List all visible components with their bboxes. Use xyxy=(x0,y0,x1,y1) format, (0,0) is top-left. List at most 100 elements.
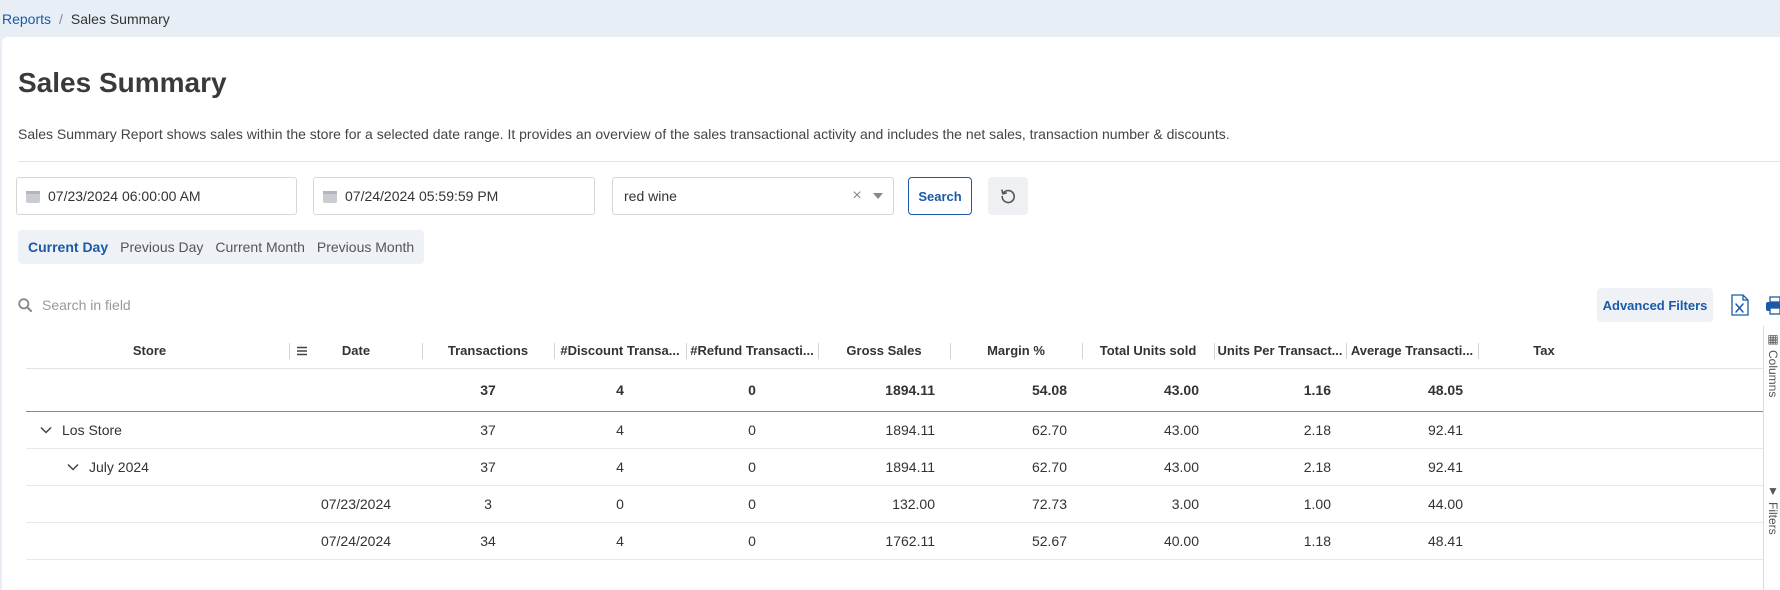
table-row[interactable]: 07/24/2024 34 4 0 1762.11 52.67 40.00 1.… xyxy=(26,523,1780,560)
columns-icon: ▦ xyxy=(1766,332,1780,346)
quick-range-tabs: Current Day Previous Day Current Month P… xyxy=(18,230,425,264)
side-tab-filters[interactable]: ▼ Filters xyxy=(1766,484,1780,535)
sales-summary-grid: Store Date Transactions #Discount Transa… xyxy=(26,333,1780,560)
total-refund-transactions: 0 xyxy=(748,382,756,398)
column-header-total-units[interactable]: Total Units sold xyxy=(1082,333,1214,369)
column-header-tax[interactable]: Tax xyxy=(1478,333,1610,369)
printer-icon[interactable] xyxy=(1766,296,1780,316)
field-search xyxy=(18,295,342,315)
cell-margin: 62.70 xyxy=(1031,459,1067,475)
total-transactions: 37 xyxy=(480,382,496,398)
side-tab-filters-label: Filters xyxy=(1766,502,1780,535)
header-divider xyxy=(18,161,1780,162)
cell-discount-transactions: 4 xyxy=(616,533,624,549)
grid-header: Store Date Transactions #Discount Transa… xyxy=(26,333,1780,369)
total-average-transaction: 48.05 xyxy=(1427,382,1463,398)
column-header-discount-transactions[interactable]: #Discount Transa... xyxy=(554,333,686,369)
side-tab-columns-label: Columns xyxy=(1766,350,1780,398)
breadcrumb-reports-link[interactable]: Reports xyxy=(2,11,51,27)
column-header-margin[interactable]: Margin % xyxy=(950,333,1082,369)
cell-units-per-transaction: 1.18 xyxy=(1303,533,1331,549)
grid-total-row: 37 4 0 1894.11 54.08 43.00 1.16 48.05 xyxy=(26,369,1780,412)
end-date-field[interactable]: 07/24/2024 05:59:59 PM xyxy=(313,177,595,215)
cell-total-units: 43.00 xyxy=(1163,459,1199,475)
cell-gross-sales: 1762.11 xyxy=(885,533,935,549)
total-gross-sales: 1894.11 xyxy=(885,382,935,398)
page-title: Sales Summary xyxy=(18,67,227,98)
table-row[interactable]: Los Store 37 4 0 1894.11 62.70 43.00 2.1… xyxy=(26,412,1780,449)
quick-range-current-day[interactable]: Current Day xyxy=(22,230,114,264)
column-header-units-per-transaction[interactable]: Units Per Transact... xyxy=(1214,333,1346,369)
cell-margin: 72.73 xyxy=(1031,496,1067,512)
chevron-down-icon[interactable] xyxy=(873,193,883,199)
cell-discount-transactions: 4 xyxy=(616,459,624,475)
column-header-average-transaction[interactable]: Average Transacti... xyxy=(1346,333,1478,369)
reset-button[interactable] xyxy=(988,177,1028,215)
cell-date: 07/24/2024 xyxy=(320,533,392,549)
breadcrumb: Reports / Sales Summary xyxy=(2,0,170,37)
cell-gross-sales: 1894.11 xyxy=(885,422,935,438)
cell-units-per-transaction: 1.00 xyxy=(1303,496,1331,512)
chevron-down-icon[interactable] xyxy=(67,463,79,471)
excel-export-icon[interactable] xyxy=(1730,294,1750,316)
cell-margin: 52.67 xyxy=(1031,533,1067,549)
column-header-transactions[interactable]: Transactions xyxy=(422,333,554,369)
cell-transactions: 37 xyxy=(480,422,496,438)
table-row[interactable]: July 2024 37 4 0 1894.11 62.70 43.00 2.1… xyxy=(26,449,1780,486)
cell-transactions: 34 xyxy=(480,533,496,549)
field-search-input[interactable] xyxy=(42,297,342,313)
page-description: Sales Summary Report shows sales within … xyxy=(18,126,1230,142)
cell-gross-sales: 1894.11 xyxy=(885,459,935,475)
cell-total-units: 40.00 xyxy=(1163,533,1199,549)
report-panel: Sales Summary Sales Summary Report shows… xyxy=(2,37,1780,590)
store-name: Los Store xyxy=(62,422,122,438)
cell-average-transaction: 48.41 xyxy=(1427,533,1463,549)
calendar-icon xyxy=(323,190,337,203)
total-units-sold: 43.00 xyxy=(1163,382,1199,398)
store-group-cell: Los Store xyxy=(40,412,122,448)
cell-discount-transactions: 0 xyxy=(616,496,624,512)
cell-total-units: 43.00 xyxy=(1163,422,1199,438)
calendar-icon xyxy=(26,190,40,203)
cell-transactions: 37 xyxy=(480,459,496,475)
advanced-filters-button[interactable]: Advanced Filters xyxy=(1597,288,1713,322)
month-group-cell: July 2024 xyxy=(67,449,149,485)
search-icon xyxy=(18,298,32,312)
total-units-per-transaction: 1.16 xyxy=(1303,382,1331,398)
cell-total-units: 3.00 xyxy=(1171,496,1199,512)
column-header-store[interactable]: Store xyxy=(26,333,273,369)
start-date-field[interactable]: 07/23/2024 06:00:00 AM xyxy=(16,177,297,215)
chevron-down-icon[interactable] xyxy=(40,426,52,434)
end-date-value: 07/24/2024 05:59:59 PM xyxy=(345,188,499,204)
column-header-refund-transactions[interactable]: #Refund Transacti... xyxy=(686,333,818,369)
search-button[interactable]: Search xyxy=(908,177,972,215)
cell-gross-sales: 132.00 xyxy=(892,496,935,512)
cell-transactions: 3 xyxy=(484,496,492,512)
column-header-date[interactable]: Date xyxy=(290,333,422,369)
side-panel: ▦ Columns ▼ Filters xyxy=(1763,326,1780,590)
cell-discount-transactions: 4 xyxy=(616,422,624,438)
column-header-gross-sales[interactable]: Gross Sales xyxy=(818,333,950,369)
start-date-value: 07/23/2024 06:00:00 AM xyxy=(48,188,201,204)
clear-icon[interactable]: × xyxy=(847,187,867,205)
reset-icon xyxy=(1001,189,1015,204)
cell-refund-transactions: 0 xyxy=(748,422,756,438)
month-name: July 2024 xyxy=(89,459,149,475)
quick-range-current-month[interactable]: Current Month xyxy=(209,230,310,264)
cell-margin: 62.70 xyxy=(1031,422,1067,438)
total-discount-transactions: 4 xyxy=(616,382,624,398)
cell-refund-transactions: 0 xyxy=(748,496,756,512)
cell-units-per-transaction: 2.18 xyxy=(1303,459,1331,475)
cell-average-transaction: 44.00 xyxy=(1427,496,1463,512)
cell-refund-transactions: 0 xyxy=(748,459,756,475)
side-tab-columns[interactable]: ▦ Columns xyxy=(1766,332,1780,397)
quick-range-previous-month[interactable]: Previous Month xyxy=(311,230,420,264)
filter-icon: ▼ xyxy=(1766,484,1780,498)
product-select[interactable]: red wine × xyxy=(612,177,894,215)
quick-range-previous-day[interactable]: Previous Day xyxy=(114,230,209,264)
cell-average-transaction: 92.41 xyxy=(1427,422,1463,438)
cell-average-transaction: 92.41 xyxy=(1427,459,1463,475)
table-row[interactable]: 07/23/2024 3 0 0 132.00 72.73 3.00 1.00 … xyxy=(26,486,1780,523)
cell-units-per-transaction: 2.18 xyxy=(1303,422,1331,438)
cell-date: 07/23/2024 xyxy=(320,496,392,512)
